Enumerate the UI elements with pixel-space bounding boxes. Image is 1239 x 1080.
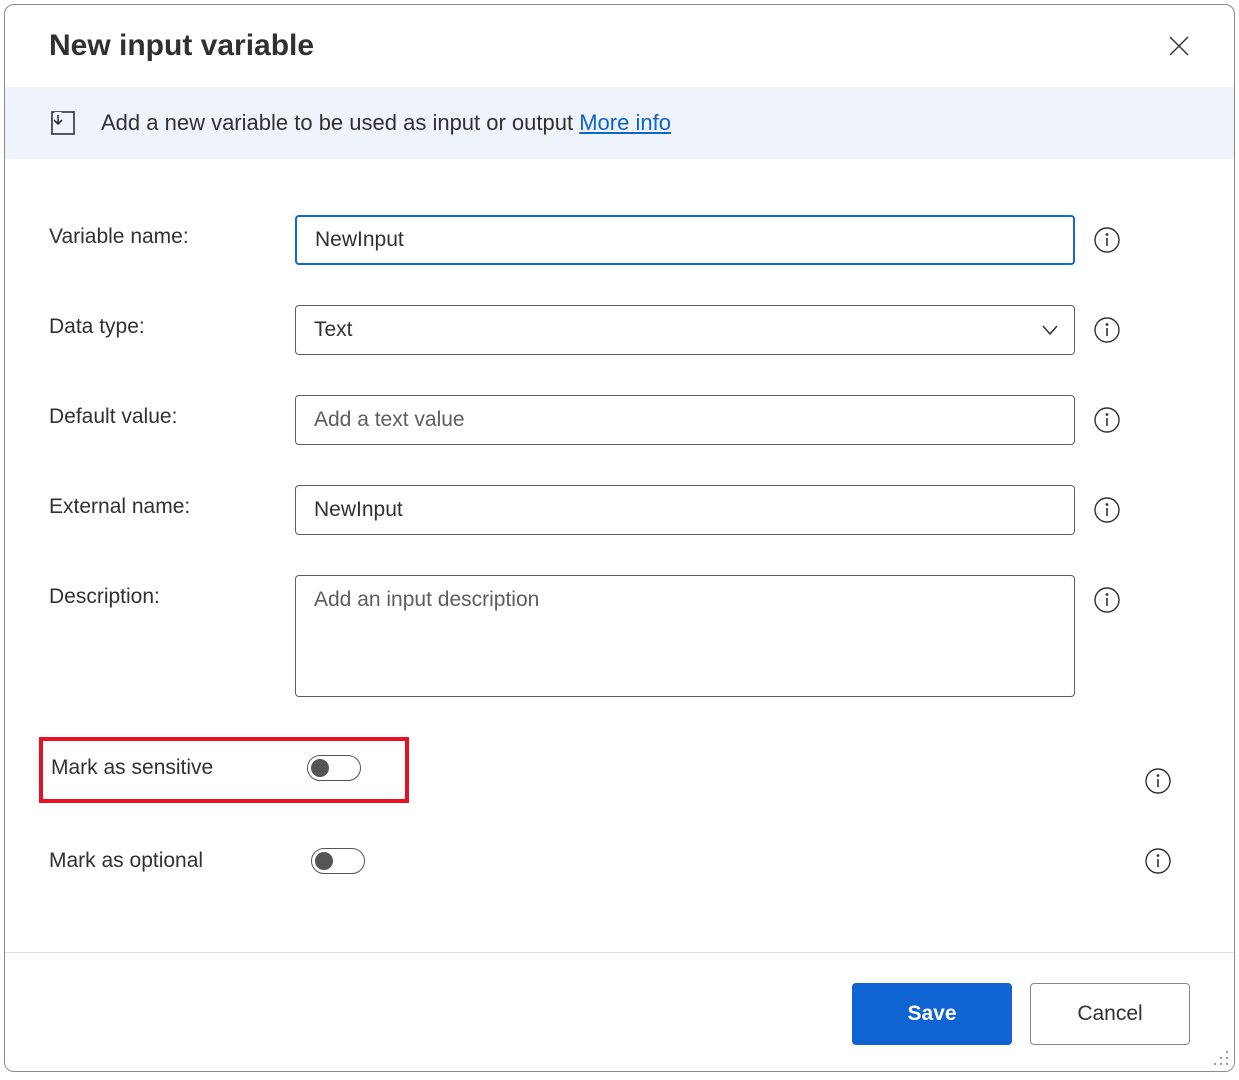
info-icon[interactable] <box>1093 496 1121 524</box>
resize-grip-icon[interactable] <box>1212 1049 1230 1067</box>
row-mark-sensitive-wrap: Mark as sensitive <box>49 737 1190 825</box>
highlight-mark-sensitive: Mark as sensitive <box>39 737 409 803</box>
info-icon[interactable] <box>1093 226 1121 254</box>
label-description: Description: <box>49 575 295 609</box>
row-external-name: External name: <box>49 485 1190 535</box>
info-icon[interactable] <box>1093 406 1121 434</box>
row-description: Description: <box>49 575 1190 697</box>
label-default-value: Default value: <box>49 395 295 429</box>
mark-optional-toggle[interactable] <box>311 848 365 874</box>
label-data-type: Data type: <box>49 305 295 339</box>
variable-name-input[interactable] <box>295 215 1075 265</box>
save-button[interactable]: Save <box>852 983 1012 1045</box>
label-mark-sensitive: Mark as sensitive <box>51 756 307 780</box>
row-mark-sensitive: Mark as sensitive <box>51 755 387 781</box>
cancel-button[interactable]: Cancel <box>1030 983 1190 1045</box>
label-variable-name: Variable name: <box>49 215 295 249</box>
row-mark-optional: Mark as optional <box>49 847 1190 875</box>
close-icon <box>1168 35 1190 57</box>
toggle-knob <box>311 759 329 777</box>
label-mark-optional: Mark as optional <box>49 849 311 873</box>
form-area: Variable name: Data type: Text <box>5 159 1234 921</box>
toggle-knob <box>315 852 333 870</box>
info-icon[interactable] <box>1093 586 1121 614</box>
dialog-title: New input variable <box>49 29 314 63</box>
info-icon[interactable] <box>1144 847 1172 875</box>
info-banner: Add a new variable to be used as input o… <box>5 87 1234 159</box>
more-info-link[interactable]: More info <box>579 110 671 135</box>
data-type-value: Text <box>314 318 353 342</box>
info-icon[interactable] <box>1144 767 1172 795</box>
info-icon[interactable] <box>1093 316 1121 344</box>
external-name-input[interactable] <box>295 485 1075 535</box>
dialog-footer: Save Cancel <box>5 952 1234 1071</box>
new-input-variable-dialog: New input variable Add a new variable to… <box>4 4 1235 1072</box>
chevron-down-icon <box>1040 320 1060 340</box>
data-type-dropdown[interactable]: Text <box>295 305 1075 355</box>
mark-sensitive-toggle[interactable] <box>307 755 361 781</box>
banner-text-wrap: Add a new variable to be used as input o… <box>101 110 671 136</box>
input-icon <box>49 109 77 137</box>
close-button[interactable] <box>1164 31 1194 61</box>
default-value-input[interactable] <box>295 395 1075 445</box>
row-variable-name: Variable name: <box>49 215 1190 265</box>
label-external-name: External name: <box>49 485 295 519</box>
row-data-type: Data type: Text <box>49 305 1190 355</box>
description-textarea[interactable] <box>295 575 1075 697</box>
dialog-header: New input variable <box>5 5 1234 87</box>
row-default-value: Default value: <box>49 395 1190 445</box>
banner-text: Add a new variable to be used as input o… <box>101 110 579 135</box>
